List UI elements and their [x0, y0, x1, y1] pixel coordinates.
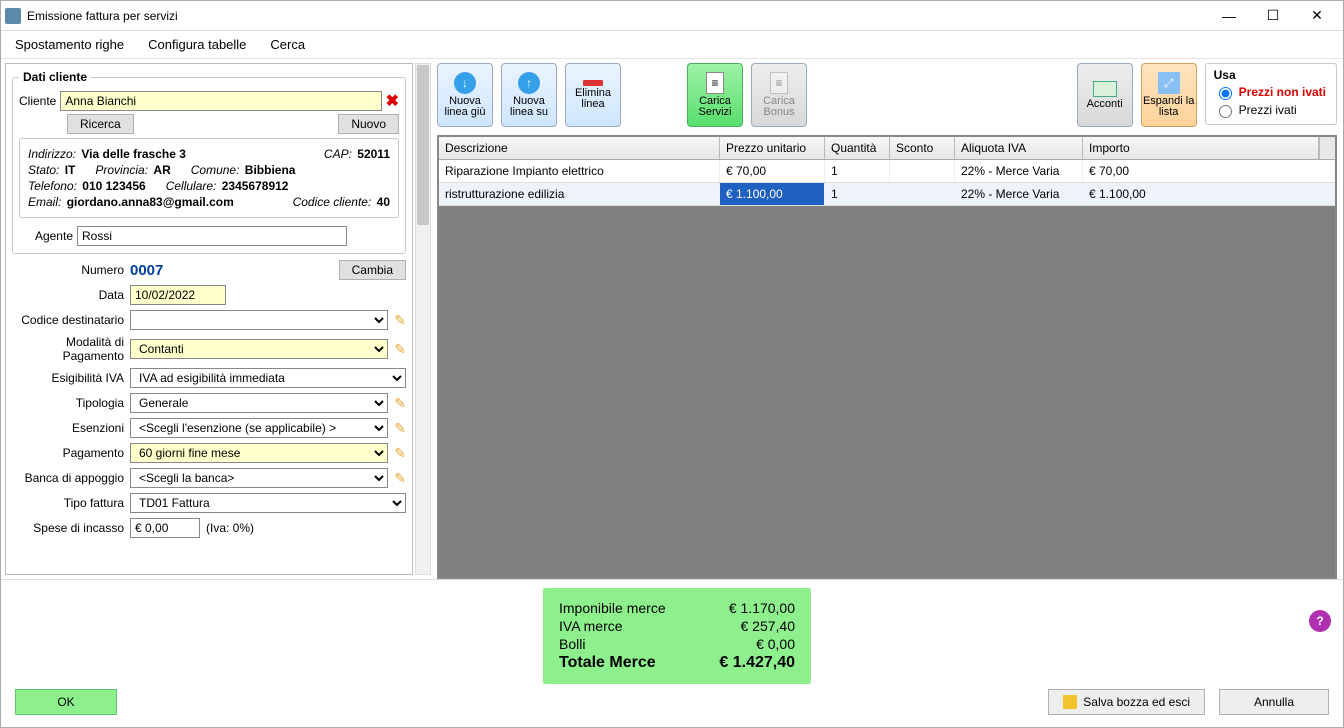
save-draft-button[interactable]: Salva bozza ed esci: [1048, 689, 1205, 715]
ok-button[interactable]: OK: [15, 689, 117, 715]
edit-icon[interactable]: ✎: [394, 395, 406, 412]
pagamento-select[interactable]: 60 giorni fine mese: [130, 443, 388, 463]
banca-select[interactable]: <Scegli la banca>: [130, 468, 388, 488]
arrow-up-icon: ↑: [518, 72, 540, 94]
left-scrollbar[interactable]: [415, 63, 431, 575]
minimize-button[interactable]: —: [1207, 2, 1251, 30]
tipologia-select[interactable]: Generale: [130, 393, 388, 413]
totals-panel: Imponibile merce€ 1.170,00 IVA merce€ 25…: [543, 588, 811, 684]
clear-client-icon[interactable]: ✖: [386, 91, 399, 111]
spese-input[interactable]: [130, 518, 200, 538]
table-row[interactable]: ristrutturazione edilizia € 1.100,00 1 2…: [439, 183, 1335, 206]
prezzi-non-ivati-radio[interactable]: Prezzi non ivati: [1214, 84, 1326, 100]
client-input[interactable]: [60, 91, 381, 111]
maximize-button[interactable]: ☐: [1251, 2, 1295, 30]
arrow-down-icon: ↓: [454, 72, 476, 94]
nuova-linea-su-button[interactable]: ↑ Nuova linea su: [501, 63, 557, 127]
edit-icon[interactable]: ✎: [394, 312, 406, 329]
carica-bonus-button[interactable]: ≡ Carica Bonus: [751, 63, 807, 127]
menu-configura[interactable]: Configura tabelle: [148, 37, 246, 52]
esenzioni-select[interactable]: <Scegli l'esenzione (se applicabile) >: [130, 418, 388, 438]
cambia-button[interactable]: Cambia: [339, 260, 406, 280]
client-label: Cliente: [19, 94, 56, 108]
edit-icon[interactable]: ✎: [394, 341, 406, 358]
table-row[interactable]: Riparazione Impianto elettrico € 70,00 1…: [439, 160, 1335, 183]
nuova-linea-giu-button[interactable]: ↓ Nuova linea giù: [437, 63, 493, 127]
app-icon: [5, 8, 21, 24]
agent-input[interactable]: [77, 226, 347, 246]
client-group: Dati cliente Cliente ✖ Ricerca Nuovo: [12, 70, 406, 254]
carica-servizi-button[interactable]: ≡ Carica Servizi: [687, 63, 743, 127]
numero-value: 0007: [130, 262, 163, 279]
page-icon: ≡: [706, 72, 724, 94]
menu-spostamento[interactable]: Spostamento righe: [15, 37, 124, 52]
close-button[interactable]: ✕: [1295, 2, 1339, 30]
lines-grid[interactable]: Descrizione Prezzo unitario Quantità Sco…: [437, 135, 1337, 579]
agent-label: Agente: [19, 229, 73, 243]
folder-icon: [1063, 695, 1077, 709]
ricerca-button[interactable]: Ricerca: [67, 114, 134, 134]
client-card: Indirizzo: Via delle frasche 3 CAP: 5201…: [19, 138, 399, 218]
data-input[interactable]: [130, 285, 226, 305]
prezzi-ivati-radio[interactable]: Prezzi ivati: [1214, 102, 1326, 118]
edit-icon[interactable]: ✎: [394, 420, 406, 437]
esigibilita-select[interactable]: IVA ad esigibilità immediata: [130, 368, 406, 388]
elimina-linea-button[interactable]: Elimina linea: [565, 63, 621, 127]
client-group-title: Dati cliente: [19, 70, 91, 84]
expand-icon: ⤢: [1158, 72, 1180, 94]
usa-group: Usa Prezzi non ivati Prezzi ivati: [1205, 63, 1337, 125]
acconti-button[interactable]: Acconti: [1077, 63, 1133, 127]
window-title: Emissione fattura per servizi: [27, 9, 1207, 23]
destinatario-select[interactable]: [130, 310, 388, 330]
pagamento-mod-select[interactable]: Contanti: [130, 339, 388, 359]
edit-icon[interactable]: ✎: [394, 470, 406, 487]
edit-icon[interactable]: ✎: [394, 445, 406, 462]
nuovo-button[interactable]: Nuovo: [338, 114, 399, 134]
page-icon: ≡: [770, 72, 788, 94]
menu-cerca[interactable]: Cerca: [270, 37, 305, 52]
tipo-fattura-select[interactable]: TD01 Fattura: [130, 493, 406, 513]
cancel-button[interactable]: Annulla: [1219, 689, 1329, 715]
espandi-lista-button[interactable]: ⤢ Espandi la lista: [1141, 63, 1197, 127]
help-icon[interactable]: ?: [1309, 610, 1331, 632]
money-icon: [1093, 81, 1117, 97]
menubar: Spostamento righe Configura tabelle Cerc…: [1, 31, 1343, 59]
minus-icon: [583, 80, 603, 86]
titlebar: Emissione fattura per servizi — ☐ ✕: [1, 1, 1343, 31]
